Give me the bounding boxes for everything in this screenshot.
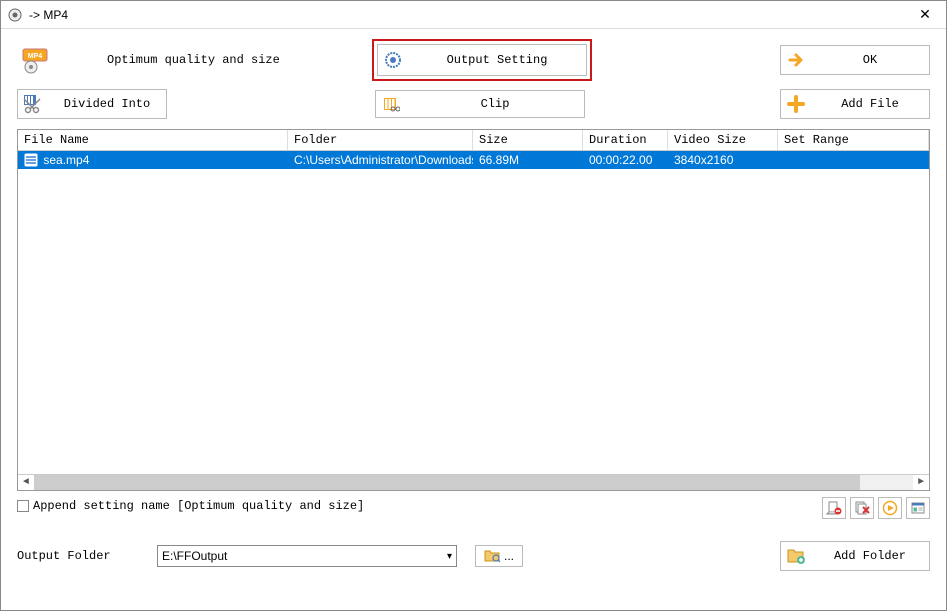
output-folder-select[interactable]: E:\FFOutput ▾ (157, 545, 457, 567)
svg-text:MP4: MP4 (28, 53, 43, 60)
folder-plus-icon (781, 547, 811, 565)
add-file-button[interactable]: Add File (780, 89, 930, 119)
plus-icon (781, 95, 811, 113)
browse-dots: ... (504, 549, 514, 563)
add-folder-label: Add Folder (811, 549, 929, 563)
list-header: File Name Folder Size Duration Video Siz… (18, 130, 929, 151)
divided-into-label: Divided Into (48, 97, 166, 111)
divided-into-button[interactable]: Divided Into (17, 89, 167, 119)
output-setting-label: Output Setting (408, 53, 586, 67)
window-title: -> MP4 (29, 8, 910, 22)
cell-filename: sea.mp4 (43, 153, 89, 167)
output-folder-label: Output Folder (17, 549, 157, 563)
list-body: sea.mp4 C:\Users\Administrator\Downloads… (18, 151, 929, 474)
video-file-icon (24, 153, 38, 167)
folder-icon (484, 549, 502, 563)
col-header-folder[interactable]: Folder (288, 130, 473, 150)
mp4-icon: MP4 (21, 45, 51, 75)
play-button[interactable] (878, 497, 902, 519)
output-setting-highlight: Output Setting (372, 39, 592, 81)
scroll-track[interactable] (34, 475, 913, 490)
titlebar: -> MP4 ✕ (1, 1, 946, 29)
col-header-filename[interactable]: File Name (18, 130, 288, 150)
quality-label: Optimum quality and size (107, 53, 357, 67)
file-list: File Name Folder Size Duration Video Siz… (17, 129, 930, 491)
arrow-right-icon (781, 51, 811, 69)
cell-size: 66.89M (473, 153, 583, 167)
close-button[interactable]: ✕ (910, 6, 940, 23)
output-folder-value: E:\FFOutput (162, 549, 227, 563)
ok-label: OK (811, 53, 929, 67)
chevron-down-icon: ▾ (447, 551, 452, 562)
append-setting-label: Append setting name [Optimum quality and… (33, 499, 364, 513)
cell-duration: 00:00:22.00 (583, 153, 668, 167)
col-header-duration[interactable]: Duration (583, 130, 668, 150)
append-setting-row: Append setting name [Optimum quality and… (1, 499, 946, 513)
table-row[interactable]: sea.mp4 C:\Users\Administrator\Downloads… (18, 151, 929, 169)
toolbar: MP4 Optimum quality and size Output Sett… (1, 29, 946, 123)
browse-output-button[interactable]: ... (475, 545, 523, 567)
scroll-left-arrow[interactable]: ◄ (18, 475, 34, 490)
scroll-right-arrow[interactable]: ► (913, 475, 929, 490)
scissors-icon (18, 93, 48, 115)
ok-button[interactable]: OK (780, 45, 930, 75)
gear-icon (378, 51, 408, 69)
clear-all-button[interactable] (850, 497, 874, 519)
col-header-setrange[interactable]: Set Range (778, 130, 929, 150)
horizontal-scrollbar[interactable]: ◄ ► (18, 474, 929, 490)
clip-label: Clip (406, 97, 584, 111)
scroll-thumb[interactable] (34, 475, 860, 490)
output-setting-button[interactable]: Output Setting (377, 44, 587, 76)
properties-button[interactable] (906, 497, 930, 519)
output-folder-row: Output Folder E:\FFOutput ▾ ... Add Fold… (1, 541, 946, 571)
app-icon (7, 7, 23, 23)
col-header-size[interactable]: Size (473, 130, 583, 150)
cell-folder: C:\Users\Administrator\Downloads (288, 153, 473, 167)
remove-item-button[interactable] (822, 497, 846, 519)
clip-icon (376, 95, 406, 113)
col-header-videosize[interactable]: Video Size (668, 130, 778, 150)
append-setting-checkbox[interactable] (17, 500, 29, 512)
add-folder-button[interactable]: Add Folder (780, 541, 930, 571)
cell-videosize: 3840x2160 (668, 153, 778, 167)
add-file-label: Add File (811, 97, 929, 111)
clip-button[interactable]: Clip (375, 90, 585, 118)
